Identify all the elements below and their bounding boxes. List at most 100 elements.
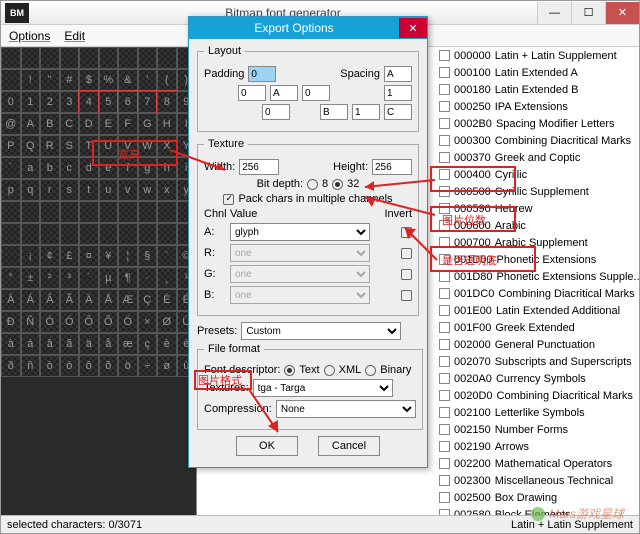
grid-cell[interactable]: $ — [79, 69, 99, 91]
compression-select[interactable]: None — [276, 400, 416, 418]
range-list-item[interactable]: 000370Greek and Coptic — [435, 149, 639, 166]
grid-cell[interactable]: A — [21, 113, 41, 135]
grid-cell[interactable]: À — [1, 289, 21, 311]
spacing-1-input[interactable] — [384, 85, 412, 101]
bitdepth-32-radio[interactable] — [332, 179, 343, 190]
range-list-item[interactable]: 001F00Greek Extended — [435, 319, 639, 336]
range-list-item[interactable]: 0020D0Combining Diacritical Marks — [435, 387, 639, 404]
range-checkbox[interactable] — [439, 339, 450, 350]
grid-cell[interactable] — [99, 223, 119, 245]
range-checkbox[interactable] — [439, 407, 450, 418]
grid-cell[interactable]: ã — [60, 333, 80, 355]
close-button[interactable]: ✕ — [605, 2, 639, 24]
grid-cell[interactable]: ¥ — [99, 245, 119, 267]
grid-cell[interactable]: H — [157, 113, 177, 135]
grid-cell[interactable]: Ö — [118, 311, 138, 333]
grid-cell[interactable] — [21, 47, 41, 69]
spacing-b-input[interactable] — [320, 104, 348, 120]
channel-a-select[interactable]: glyph — [230, 223, 370, 241]
grid-cell[interactable]: W — [138, 135, 158, 157]
grid-cell[interactable]: 6 — [118, 91, 138, 113]
grid-cell[interactable]: Q — [21, 135, 41, 157]
grid-cell[interactable]: p — [1, 179, 21, 201]
grid-cell[interactable]: ± — [21, 267, 41, 289]
grid-cell[interactable]: " — [40, 69, 60, 91]
invert-g-checkbox[interactable] — [401, 269, 412, 280]
grid-cell[interactable]: c — [60, 157, 80, 179]
padding-bottom-input[interactable] — [262, 104, 290, 120]
grid-cell[interactable] — [60, 201, 80, 223]
grid-cell[interactable]: ð — [1, 355, 21, 377]
invert-r-checkbox[interactable] — [401, 248, 412, 259]
grid-cell[interactable]: ¸ — [157, 267, 177, 289]
range-checkbox[interactable] — [439, 101, 450, 112]
unicode-range-list[interactable]: 000000Latin + Latin Supplement000100Lati… — [435, 47, 639, 519]
grid-cell[interactable]: r — [40, 179, 60, 201]
grid-cell[interactable]: a — [21, 157, 41, 179]
range-list-item[interactable]: 000600Arabic — [435, 217, 639, 234]
grid-cell[interactable] — [138, 47, 158, 69]
range-list-item[interactable]: 000300Combining Diacritical Marks — [435, 132, 639, 149]
grid-cell[interactable]: à — [1, 333, 21, 355]
grid-cell[interactable] — [118, 223, 138, 245]
grid-cell[interactable] — [157, 47, 177, 69]
range-list-item[interactable]: 0020A0Currency Symbols — [435, 370, 639, 387]
range-list-item[interactable]: 000250IPA Extensions — [435, 98, 639, 115]
grid-cell[interactable]: Ø — [157, 311, 177, 333]
grid-cell[interactable]: Æ — [118, 289, 138, 311]
spacing-c-input[interactable] — [384, 104, 412, 120]
grid-cell[interactable]: ¦ — [118, 245, 138, 267]
range-checkbox[interactable] — [439, 271, 450, 282]
width-input[interactable] — [239, 159, 279, 175]
range-checkbox[interactable] — [439, 288, 450, 299]
range-list-item[interactable]: 001E00Latin Extended Additional — [435, 302, 639, 319]
grid-cell[interactable]: Ò — [40, 311, 60, 333]
range-list-item[interactable]: 002500Box Drawing — [435, 489, 639, 506]
range-list-item[interactable]: 000180Latin Extended B — [435, 81, 639, 98]
grid-cell[interactable]: d — [79, 157, 99, 179]
grid-cell[interactable]: w — [138, 179, 158, 201]
grid-cell[interactable]: å — [99, 333, 119, 355]
grid-cell[interactable]: Ô — [79, 311, 99, 333]
grid-cell[interactable]: 5 — [99, 91, 119, 113]
ok-button[interactable]: OK — [236, 436, 298, 456]
grid-cell[interactable]: Ð — [1, 311, 21, 333]
grid-cell[interactable]: 1 — [21, 91, 41, 113]
grid-cell[interactable] — [138, 201, 158, 223]
grid-cell[interactable]: è — [157, 333, 177, 355]
grid-cell[interactable]: D — [79, 113, 99, 135]
channel-r-select[interactable]: one — [230, 244, 370, 262]
grid-cell[interactable]: F — [118, 113, 138, 135]
grid-cell[interactable]: ' — [138, 69, 158, 91]
grid-cell[interactable]: ñ — [21, 355, 41, 377]
minimize-button[interactable]: — — [537, 2, 571, 24]
bitdepth-8-radio[interactable] — [307, 179, 318, 190]
range-list-item[interactable]: 002100Letterlike Symbols — [435, 404, 639, 421]
padding-right-input[interactable] — [302, 85, 330, 101]
grid-cell[interactable] — [138, 223, 158, 245]
range-checkbox[interactable] — [439, 67, 450, 78]
grid-cell[interactable]: & — [118, 69, 138, 91]
range-checkbox[interactable] — [439, 492, 450, 503]
grid-cell[interactable]: R — [40, 135, 60, 157]
grid-cell[interactable]: q — [21, 179, 41, 201]
grid-cell[interactable]: ÷ — [138, 355, 158, 377]
grid-cell[interactable] — [1, 201, 21, 223]
grid-cell[interactable]: ¶ — [118, 267, 138, 289]
range-list-item[interactable]: 002150Number Forms — [435, 421, 639, 438]
range-checkbox[interactable] — [439, 475, 450, 486]
range-list-item[interactable]: 000700Arabic Supplement — [435, 234, 639, 251]
grid-cell[interactable]: £ — [60, 245, 80, 267]
range-checkbox[interactable] — [439, 356, 450, 367]
grid-cell[interactable]: ò — [40, 355, 60, 377]
height-input[interactable] — [372, 159, 412, 175]
range-list-item[interactable]: 002000General Punctuation — [435, 336, 639, 353]
menu-edit[interactable]: Edit — [64, 29, 85, 43]
grid-cell[interactable] — [60, 47, 80, 69]
range-list-item[interactable]: 000000Latin + Latin Supplement — [435, 47, 639, 64]
grid-cell[interactable] — [157, 201, 177, 223]
dialog-titlebar[interactable]: Export Options ✕ — [189, 17, 427, 39]
grid-cell[interactable]: g — [138, 157, 158, 179]
grid-cell[interactable] — [79, 47, 99, 69]
range-list-item[interactable]: 001DC0Combining Diacritical Marks — [435, 285, 639, 302]
